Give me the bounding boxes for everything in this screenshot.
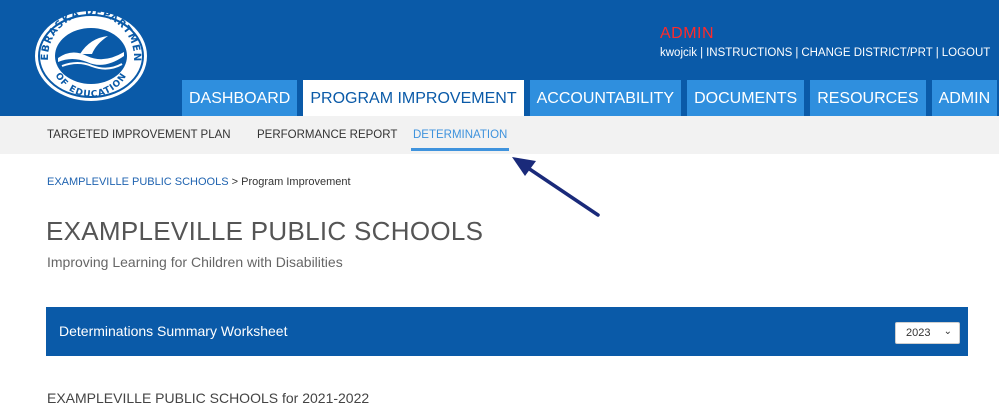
breadcrumb-district-link[interactable]: EXAMPLEVILLE PUBLIC SCHOOLS (47, 176, 229, 188)
change-district-link[interactable]: CHANGE DISTRICT/PRT (801, 47, 932, 59)
nebraska-department-of-education-logo[interactable]: NEBRASKA DEPARTMENT OF EDUCATION (32, 6, 150, 102)
link-separator: | (700, 47, 704, 59)
tab-accountability[interactable]: ACCOUNTABILITY (529, 80, 682, 116)
determinations-summary-panel: Determinations Summary Worksheet 2023 ⌄ (46, 307, 968, 356)
tab-admin[interactable]: ADMIN (931, 80, 998, 116)
breadcrumb: EXAMPLEVILLE PUBLIC SCHOOLS > Program Im… (47, 176, 351, 188)
breadcrumb-current: Program Improvement (241, 176, 351, 188)
main-nav: DASHBOARD PROGRAM IMPROVEMENT ACCOUNTABI… (182, 80, 999, 116)
panel-title: Determinations Summary Worksheet (59, 323, 288, 339)
tab-resources[interactable]: RESOURCES (810, 80, 926, 116)
active-subnav-underline (411, 148, 509, 151)
section-heading: EXAMPLEVILLE PUBLIC SCHOOLS for 2021-202… (47, 390, 370, 406)
chevron-down-icon: ⌄ (943, 326, 952, 337)
top-header-bar: NEBRASKA DEPARTMENT OF EDUCATION ADMIN k… (0, 0, 999, 116)
tab-program-improvement[interactable]: PROGRAM IMPROVEMENT (303, 80, 524, 116)
subnav-performance-report[interactable]: PERFORMANCE REPORT (257, 129, 397, 141)
instructions-link[interactable]: INSTRUCTIONS (706, 47, 792, 59)
subnav-targeted-improvement-plan[interactable]: TARGETED IMPROVEMENT PLAN (47, 129, 231, 141)
role-label: ADMIN (660, 25, 715, 42)
tab-documents[interactable]: DOCUMENTS (687, 80, 805, 116)
link-separator: | (795, 47, 799, 59)
page-title: EXAMPLEVILLE PUBLIC SCHOOLS (46, 216, 484, 246)
breadcrumb-separator: > (231, 176, 239, 188)
page-subtitle: Improving Learning for Children with Dis… (47, 254, 343, 270)
link-separator: | (935, 47, 939, 59)
user-links: kwojcik | INSTRUCTIONS | CHANGE DISTRICT/PRT… (660, 47, 990, 59)
logout-link[interactable]: LOGOUT (942, 47, 991, 59)
subnav-determination[interactable]: DETERMINATION (413, 129, 507, 141)
year-select-value: 2023 (906, 327, 931, 339)
tab-dashboard[interactable]: DASHBOARD (182, 80, 298, 116)
year-select[interactable]: 2023 ⌄ (895, 322, 960, 344)
username-link[interactable]: kwojcik (660, 47, 697, 59)
